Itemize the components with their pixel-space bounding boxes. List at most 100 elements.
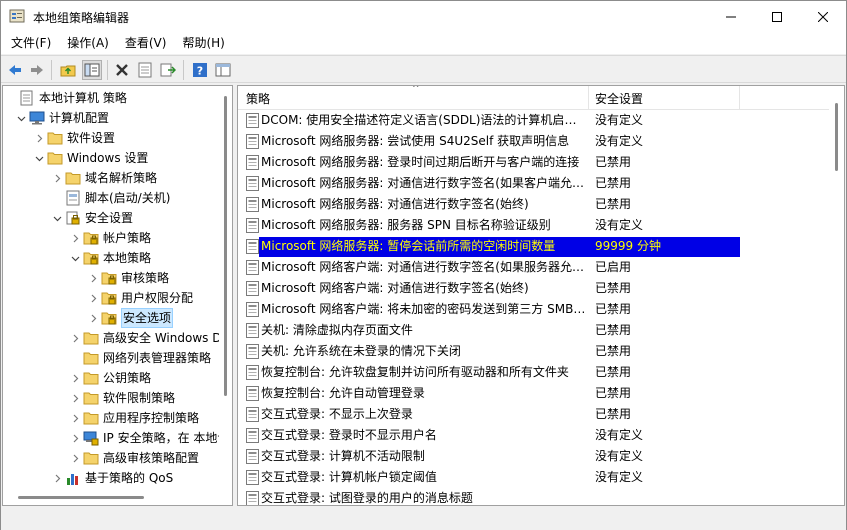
tree-node[interactable]: 应用程序控制策略 [3,408,219,428]
tree-node-label: 本地策略 [103,251,152,265]
policy-row[interactable]: Microsoft 网络服务器: 尝试使用 S4U2Self 获取声明信息 没有定… [238,131,828,152]
policy-row[interactable]: Microsoft 网络服务器: 服务器 SPN 目标名称验证级别 没有定义 [238,215,828,236]
chevron-right-icon[interactable] [69,408,81,428]
show-hide-tree-button[interactable] [82,60,102,80]
chevron-right-icon[interactable] [87,308,99,328]
tree-horizontal-scrollbar[interactable] [3,490,232,505]
menu-help[interactable]: 帮助(H) [174,32,232,54]
security-folder-icon [83,230,99,246]
forward-button[interactable] [27,60,47,80]
tree-node[interactable]: 公钥策略 [3,368,219,388]
tree-node[interactable]: 软件设置 [3,128,219,148]
tree-node[interactable]: 本地策略 [3,248,219,268]
chevron-down-icon[interactable] [51,208,63,228]
chevron-right-icon[interactable] [87,288,99,308]
policy-row[interactable]: 交互式登录: 计算机帐户锁定阈值 没有定义 [238,467,828,488]
list-vertical-scrollbar[interactable] [829,86,844,505]
policy-row[interactable]: 关机: 清除虚拟内存页面文件 已禁用 [238,320,828,341]
policy-row[interactable]: Microsoft 网络客户端: 对通信进行数字签名(始终) 已禁用 [238,278,828,299]
help-button[interactable]: ? [190,60,210,80]
view-button[interactable] [213,60,233,80]
tree-node[interactable]: 计算机配置 [3,108,219,128]
tree-node[interactable]: 高级审核策略配置 [3,448,219,468]
policy-row[interactable]: 交互式登录: 不显示上次登录 已禁用 [238,404,828,425]
chevron-right-icon[interactable] [69,428,81,448]
chevron-right-icon[interactable] [69,328,81,348]
minimize-button[interactable] [708,1,754,32]
column-header-policy[interactable]: 策略 [246,86,270,110]
tree-node[interactable]: IP 安全策略，在 本地计算机 [3,428,232,448]
chevron-right-icon[interactable] [33,128,45,148]
tree-node[interactable]: 安全选项 [3,308,219,328]
tree-node[interactable]: 网络列表管理器策略 [3,348,219,368]
tree-node[interactable]: 用户权限分配 [3,288,219,308]
menu-bar: 文件(F) 操作(A) 查看(V) 帮助(H) [1,32,846,54]
security-icon [65,210,81,226]
policy-row[interactable]: Microsoft 网络服务器: 对通信进行数字签名(如果客户端允许) 已禁用 [238,173,828,194]
policy-security-setting: 没有定义 [595,113,644,127]
chevron-right-icon[interactable] [69,388,81,408]
policy-row[interactable]: 交互式登录: 登录时不显示用户名 没有定义 [238,425,828,446]
tree-node[interactable]: 脚本(启动/关机) [3,188,219,208]
tree-node[interactable]: 帐户策略 [3,228,219,248]
policy-row[interactable]: Microsoft 网络服务器: 登录时间过期后断开与客户端的连接 已禁用 [238,152,828,173]
menu-view[interactable]: 查看(V) [117,32,175,54]
chevron-right-icon[interactable] [51,168,63,188]
delete-button[interactable] [112,60,132,80]
chevron-down-icon[interactable] [69,248,81,268]
policy-item-icon [246,302,259,317]
list-vertical-scroll-thumb[interactable] [835,103,838,171]
chevron-right-icon[interactable] [69,448,81,468]
tree-node-label: 软件限制策略 [103,391,176,405]
back-button[interactable] [5,60,25,80]
tree-node[interactable]: 域名解析策略 [3,168,219,188]
column-header-security-setting[interactable]: 安全设置 [595,86,643,110]
sort-ascending-icon: ^ [412,85,420,94]
folder-icon [83,450,99,466]
policy-item-icon [246,491,259,505]
chevron-right-icon[interactable] [69,228,81,248]
tree-node[interactable]: 审核策略 [3,268,219,288]
policy-item-icon [246,134,259,149]
computer-policy-icon [19,90,35,106]
chevron-right-icon[interactable] [87,268,99,288]
tree-node[interactable]: Windows 设置 [3,148,219,168]
tree-node[interactable]: 高级安全 Windows Defender 防火墙 [3,328,232,348]
tree-horizontal-scroll-thumb[interactable] [18,496,144,499]
policy-row[interactable]: Microsoft 网络客户端: 将未加密的密码发送到第三方 SMB 服务器 已禁… [238,299,828,320]
tree-node[interactable]: 基于策略的 QoS [3,468,219,488]
chevron-right-icon[interactable] [51,468,63,488]
tree-vertical-scrollbar[interactable] [219,86,232,490]
menu-file[interactable]: 文件(F) [3,32,59,54]
tree-node-label: 软件设置 [67,131,116,145]
tree-node[interactable]: 安全设置 [3,208,219,228]
back-icon [9,65,21,75]
policy-row[interactable]: 关机: 允许系统在未登录的情况下关闭 已禁用 [238,341,828,362]
policy-security-setting: 已禁用 [595,302,632,316]
chevron-down-icon[interactable] [33,148,45,168]
policy-row[interactable]: Microsoft 网络服务器: 对通信进行数字签名(始终) 已禁用 [238,194,828,215]
policy-row[interactable]: 恢复控制台: 允许自动管理登录 已禁用 [238,383,828,404]
policy-row[interactable]: Microsoft 网络服务器: 暂停会话前所需的空闲时间数量 99999 分钟 [238,236,828,257]
view-icon [215,63,231,77]
close-button[interactable] [800,1,846,32]
export-icon [160,63,176,77]
properties-button[interactable] [135,60,155,80]
maximize-button[interactable] [754,1,800,32]
policy-row[interactable]: 交互式登录: 试图登录的用户的消息标题 [238,488,828,505]
chevron-right-icon[interactable] [69,368,81,388]
export-list-button[interactable] [158,60,178,80]
policy-row[interactable]: Microsoft 网络客户端: 对通信进行数字签名(如果服务器允许) 已启用 [238,257,828,278]
tree-node[interactable]: 本地计算机 策略 [3,88,219,108]
tree-node[interactable]: 软件限制策略 [3,388,219,408]
menu-action[interactable]: 操作(A) [59,32,117,54]
policy-item-icon [246,113,259,128]
policy-row[interactable]: DCOM: 使用安全描述符定义语言(SDDL)语法的计算机启动限制 没有定义 [238,110,828,131]
tree-vertical-scroll-thumb[interactable] [224,96,227,396]
policy-row[interactable]: 恢复控制台: 允许软盘复制并访问所有驱动器和所有文件夹 已禁用 [238,362,828,383]
chevron-down-icon[interactable] [15,108,27,128]
policy-row[interactable]: 交互式登录: 计算机不活动限制 没有定义 [238,446,828,467]
up-folder-button[interactable] [58,60,78,80]
tree-node-label: 域名解析策略 [85,171,158,185]
security-folder-icon [101,310,117,326]
